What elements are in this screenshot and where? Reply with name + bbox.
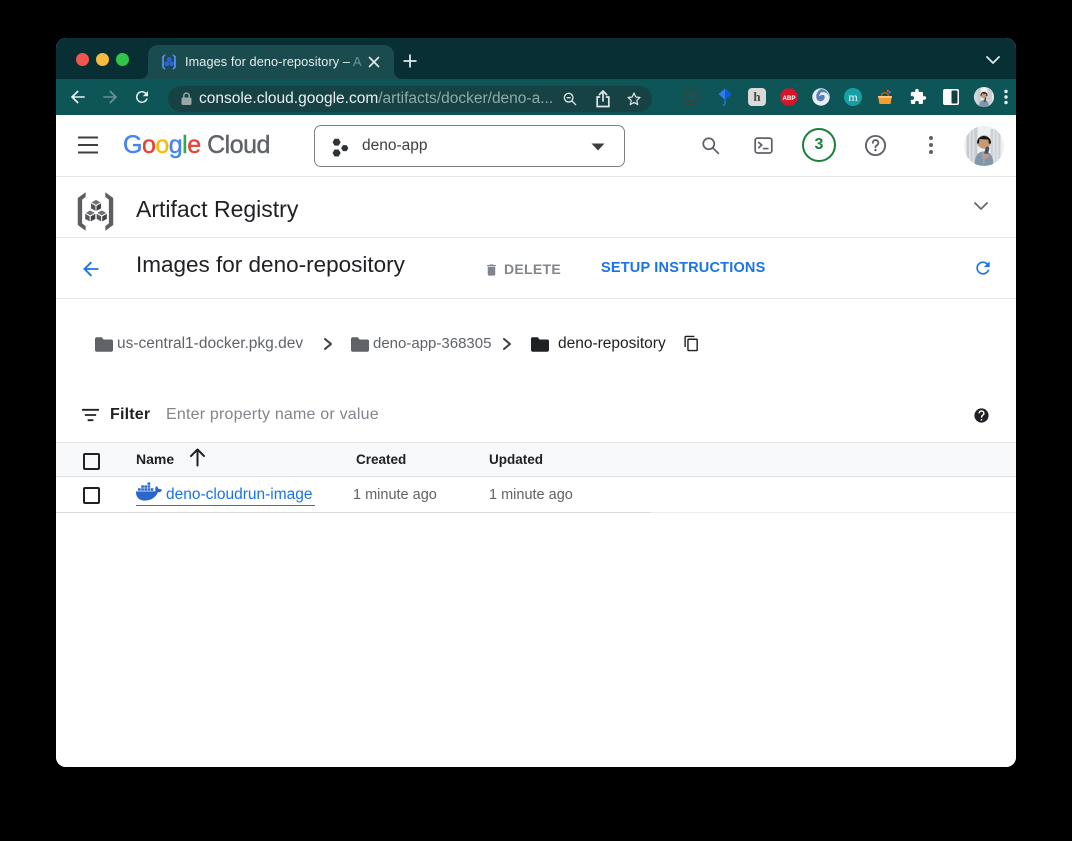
svg-text:ABP: ABP	[782, 95, 795, 102]
